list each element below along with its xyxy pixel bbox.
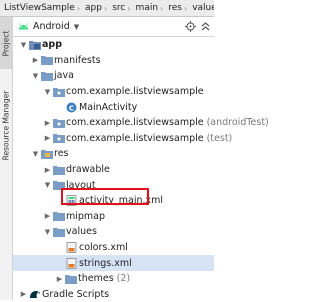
- tree-label-res: res: [54, 146, 69, 162]
- tree-row-main-activity[interactable]: C MainActivity: [13, 99, 214, 115]
- folder-icon: [52, 177, 65, 193]
- tree-label-app: app: [42, 37, 62, 53]
- chevron-down-icon[interactable]: ▼: [31, 68, 40, 84]
- folder-icon: [40, 53, 53, 69]
- breadcrumb: ListViewSample › app › src › main › res …: [0, 0, 214, 17]
- module-folder-icon: [28, 37, 41, 53]
- chevron-down-icon[interactable]: ▼: [43, 84, 52, 100]
- kotlin-class-icon: C: [65, 99, 78, 115]
- chevron-down-icon[interactable]: ▼: [19, 37, 28, 53]
- folder-icon: [52, 209, 65, 225]
- chevron-right-icon[interactable]: ▶: [43, 209, 52, 225]
- tree-label-activity-main: activity_main.xml: [79, 193, 163, 209]
- tree-row-values[interactable]: ▼ values: [13, 224, 214, 240]
- collapse-all-icon[interactable]: [199, 20, 212, 33]
- tree-row-res[interactable]: ▼ res: [13, 146, 214, 162]
- tree-label-values: values: [66, 224, 97, 240]
- tree-label-layout: layout: [66, 177, 96, 193]
- folder-icon: [52, 224, 65, 240]
- package-folder-icon: [52, 115, 65, 131]
- tree-label-package-main: com.example.listviewsample: [66, 84, 204, 100]
- project-toolbar: Android ▼: [13, 17, 214, 37]
- test-suffix: (test): [207, 133, 233, 144]
- tree-label-package-android-test: com.example.listviewsample: [66, 117, 204, 128]
- folder-icon: [52, 162, 65, 178]
- package-folder-icon: [52, 84, 65, 100]
- breadcrumb-item-values[interactable]: values: [188, 3, 214, 13]
- tree-row-drawable[interactable]: ▶ drawable: [13, 162, 214, 178]
- tree-label-drawable: drawable: [66, 162, 110, 178]
- tree-row-colors[interactable]: colors.xml: [13, 240, 214, 256]
- folder-icon: [64, 271, 77, 287]
- tree-label-manifests: manifests: [54, 53, 101, 69]
- tree-label-mipmap: mipmap: [66, 209, 105, 225]
- values-xml-file-icon: [65, 240, 78, 256]
- tree-row-package-android-test[interactable]: ▶ com.example.listviewsample (androidTes…: [13, 115, 214, 131]
- tree-label-main-activity: MainActivity: [79, 99, 137, 115]
- resource-manager-tool-tab[interactable]: Resource Manager: [0, 79, 12, 171]
- tree-label-themes: themes: [78, 273, 114, 284]
- breadcrumb-item-project[interactable]: ListViewSample: [0, 3, 76, 13]
- resource-manager-tool-tab-label: Resource Manager: [2, 90, 11, 160]
- project-tree: ▼ app ▶ manifests ▼ java ▼ com.example.l…: [13, 37, 214, 302]
- tree-row-strings[interactable]: strings.xml: [13, 255, 214, 271]
- tree-row-activity-main[interactable]: activity_main.xml: [13, 193, 214, 209]
- themes-count: (2): [117, 273, 130, 284]
- chevron-right-icon[interactable]: ▶: [55, 271, 64, 287]
- breadcrumb-item-main[interactable]: main: [132, 3, 160, 13]
- chevron-down-icon[interactable]: ▼: [43, 224, 52, 240]
- folder-icon: [40, 68, 53, 84]
- android-test-suffix: (androidTest): [207, 117, 269, 128]
- tree-row-java[interactable]: ▼ java: [13, 68, 214, 84]
- tree-row-layout[interactable]: ▼ layout: [13, 177, 214, 193]
- resource-folder-icon: [40, 146, 53, 162]
- project-view-selector[interactable]: Android: [33, 21, 70, 32]
- breadcrumb-item-app[interactable]: app: [81, 3, 103, 13]
- chevron-down-icon[interactable]: ▼: [43, 177, 52, 193]
- layout-file-icon: [65, 193, 78, 209]
- chevron-right-icon[interactable]: ▶: [31, 53, 40, 69]
- breadcrumb-item-src[interactable]: src: [108, 3, 126, 13]
- chevron-right-icon[interactable]: ▶: [43, 162, 52, 178]
- tree-label-colors: colors.xml: [79, 240, 128, 256]
- tool-window-strip: Project Resource Manager: [0, 17, 13, 300]
- tree-row-themes[interactable]: ▶ themes (2): [13, 271, 214, 287]
- tree-row-mipmap[interactable]: ▶ mipmap: [13, 209, 214, 225]
- package-folder-icon: [52, 131, 65, 147]
- locate-file-icon[interactable]: [184, 20, 197, 33]
- breadcrumb-item-res[interactable]: res: [164, 3, 183, 13]
- tree-label-java: java: [54, 68, 74, 84]
- android-icon: [18, 22, 29, 31]
- tree-label-package-test: com.example.listviewsample: [66, 133, 204, 144]
- project-tool-tab[interactable]: Project: [0, 17, 12, 69]
- chevron-right-icon[interactable]: ▶: [43, 131, 52, 147]
- tree-row-package-main[interactable]: ▼ com.example.listviewsample: [13, 84, 214, 100]
- chevron-down-icon[interactable]: ▼: [31, 146, 40, 162]
- tree-row-package-test[interactable]: ▶ com.example.listviewsample (test): [13, 131, 214, 147]
- chevron-down-icon[interactable]: ▼: [74, 23, 79, 31]
- tree-row-app[interactable]: ▼ app: [13, 37, 214, 53]
- tree-label-strings: strings.xml: [79, 255, 132, 271]
- project-tool-tab-label: Project: [2, 30, 11, 56]
- chevron-right-icon[interactable]: ▶: [43, 115, 52, 131]
- svg-text:C: C: [69, 104, 74, 112]
- tree-row-manifests[interactable]: ▶ manifests: [13, 53, 214, 69]
- values-xml-file-icon: [65, 255, 78, 271]
